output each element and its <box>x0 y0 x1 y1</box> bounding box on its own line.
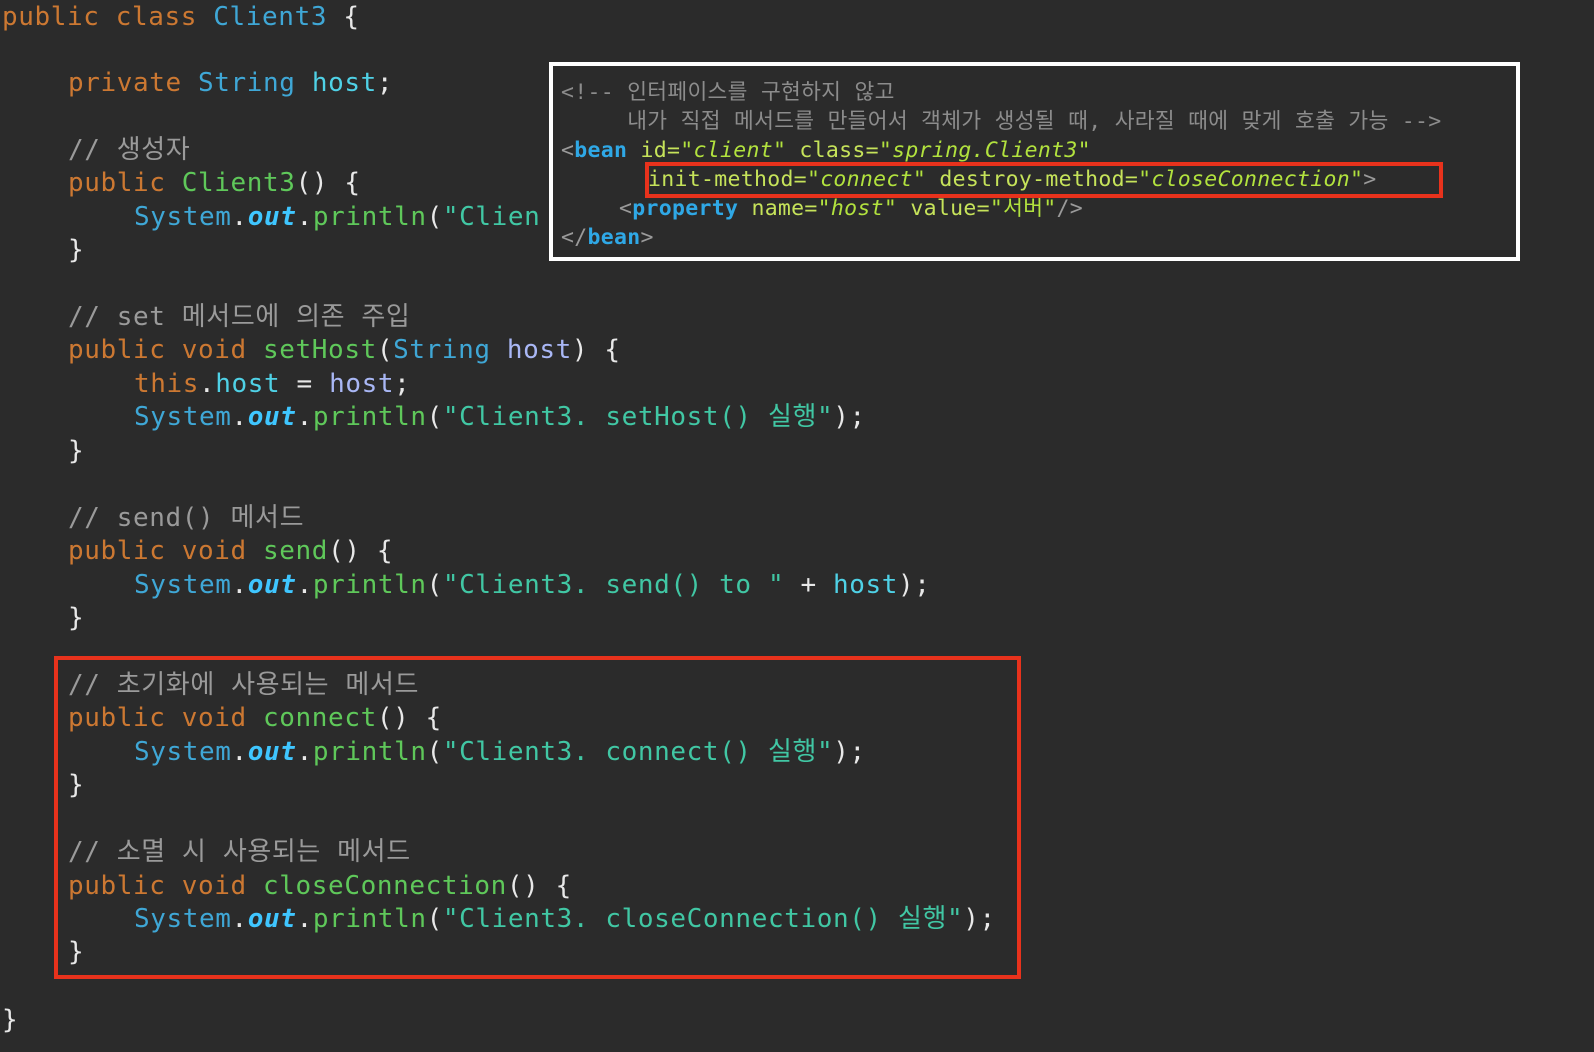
id-attribute: id= <box>627 138 681 163</box>
paren: ( <box>426 202 443 232</box>
parameter-name: host <box>490 335 572 365</box>
string-literal: "Client3. setHost() 실행" <box>442 402 834 432</box>
self-closing-bracket: /> <box>1056 196 1084 221</box>
send-print-line: System.out.println("Client3. send() to "… <box>134 568 931 602</box>
quote: " <box>883 196 898 221</box>
params-close: ) { <box>571 335 621 365</box>
sethost-assign-line: this.host = host; <box>134 367 410 401</box>
statement-end: ); <box>897 570 931 600</box>
quote: " <box>1077 138 1091 163</box>
out-field: out <box>247 402 297 432</box>
angle-bracket: < <box>561 138 575 163</box>
method-name: send <box>263 536 329 566</box>
constructor-signature-line: public Client3() { <box>68 166 361 200</box>
dot: . <box>231 570 248 600</box>
id-value: client <box>693 138 773 163</box>
sethost-signature-line: public void setHost(String host) { <box>68 333 621 367</box>
parameter-name: host <box>329 369 395 399</box>
plus-operator: + <box>784 570 833 600</box>
quote: " <box>680 138 694 163</box>
keyword: private <box>68 68 199 98</box>
field-name: host <box>215 369 281 399</box>
class-attribute: class= <box>786 138 879 163</box>
out-field: out <box>247 570 297 600</box>
paren: ( <box>426 402 443 432</box>
name-value: host <box>830 196 884 221</box>
println-method: println <box>312 202 427 232</box>
params: () { <box>328 536 394 566</box>
closing-brace: } <box>68 235 85 265</box>
dot: . <box>296 202 313 232</box>
constructor-name: Client3 <box>181 168 296 198</box>
params: () { <box>295 168 361 198</box>
angle-bracket: < <box>619 196 633 221</box>
xml-comment-line-1: <!-- 인터페이스를 구현하지 않고 <box>561 80 895 105</box>
angle-bracket: </ <box>561 225 588 250</box>
sethost-print-line: System.out.println("Client3. setHost() 실… <box>134 400 866 434</box>
xml-bean-open-line: <bean id="client" class="spring.Client3" <box>561 136 1091 165</box>
name-attribute: name= <box>738 196 818 221</box>
keyword: public void <box>68 335 264 365</box>
angle-bracket: > <box>640 225 654 250</box>
constructor-body-line: System.out.println("Clien <box>134 200 540 234</box>
xml-property-line: <property name="host" value="서버"/> <box>619 194 1083 223</box>
semicolon: ; <box>376 68 394 98</box>
comment-constructor: // 생성자 <box>68 135 191 165</box>
type-name: String <box>198 68 296 98</box>
quote: " <box>878 138 893 163</box>
closing-brace: } <box>68 436 85 466</box>
xml-config-overlay: <!-- 인터페이스를 구현하지 않고 내가 직접 메서드를 만들어서 객체가 … <box>549 62 1520 261</box>
brace: { <box>327 2 360 32</box>
class-closing-brace: } <box>2 1005 19 1035</box>
paren: ( <box>376 335 394 365</box>
class-name: Client3 <box>213 2 328 32</box>
println-method: println <box>312 570 427 600</box>
system-class: System <box>134 570 232 600</box>
xml-comment-line-2: 내가 직접 메서드를 만들어서 객체가 생성될 때, 사라질 때에 맞게 호출 … <box>561 109 1442 134</box>
string-literal: "Clien <box>442 202 541 232</box>
dot: . <box>231 402 248 432</box>
string-literal: "Client3. send() to " <box>442 570 785 600</box>
equals: = <box>280 369 330 399</box>
quote: " <box>817 196 831 221</box>
property-tag: property <box>632 196 739 221</box>
statement-end: ); <box>833 402 866 432</box>
field-declaration-line: private String host; <box>68 66 393 100</box>
dot: . <box>296 570 313 600</box>
highlight-box-lifecycle-methods <box>54 656 1021 979</box>
field-name: host <box>311 68 377 98</box>
semicolon: ; <box>394 369 411 399</box>
bean-tag: bean <box>574 138 628 163</box>
xml-bean-close-line: </bean> <box>561 223 654 252</box>
this-keyword: this <box>134 369 200 399</box>
closing-brace: } <box>68 603 85 633</box>
value-attribute: value= <box>897 196 990 221</box>
type-name: String <box>393 335 491 365</box>
keyword: public <box>68 168 182 198</box>
system-class: System <box>134 202 232 232</box>
quote: " <box>772 138 787 163</box>
class-value: spring.Client3 <box>892 138 1078 163</box>
dot: . <box>231 202 248 232</box>
println-method: println <box>312 402 427 432</box>
bean-tag: bean <box>587 225 641 250</box>
highlight-box-init-destroy <box>645 162 1443 198</box>
method-name: setHost <box>263 335 377 365</box>
code-editor[interactable]: public class Client3 { private String ho… <box>0 0 1594 1052</box>
value-value: "서버" <box>989 196 1057 221</box>
send-signature-line: public void send() { <box>68 534 393 568</box>
keyword: public void <box>68 536 264 566</box>
keyword: public class <box>2 2 214 32</box>
dot: . <box>296 402 313 432</box>
system-class: System <box>134 402 232 432</box>
field-name: host <box>832 570 898 600</box>
class-declaration-line: public class Client3 { <box>2 0 360 34</box>
dot: . <box>199 369 216 399</box>
comment-send: // send() 메서드 <box>68 503 305 533</box>
paren: ( <box>426 570 443 600</box>
comment-setter: // set 메서드에 의존 주입 <box>68 302 411 332</box>
out-field: out <box>247 202 297 232</box>
